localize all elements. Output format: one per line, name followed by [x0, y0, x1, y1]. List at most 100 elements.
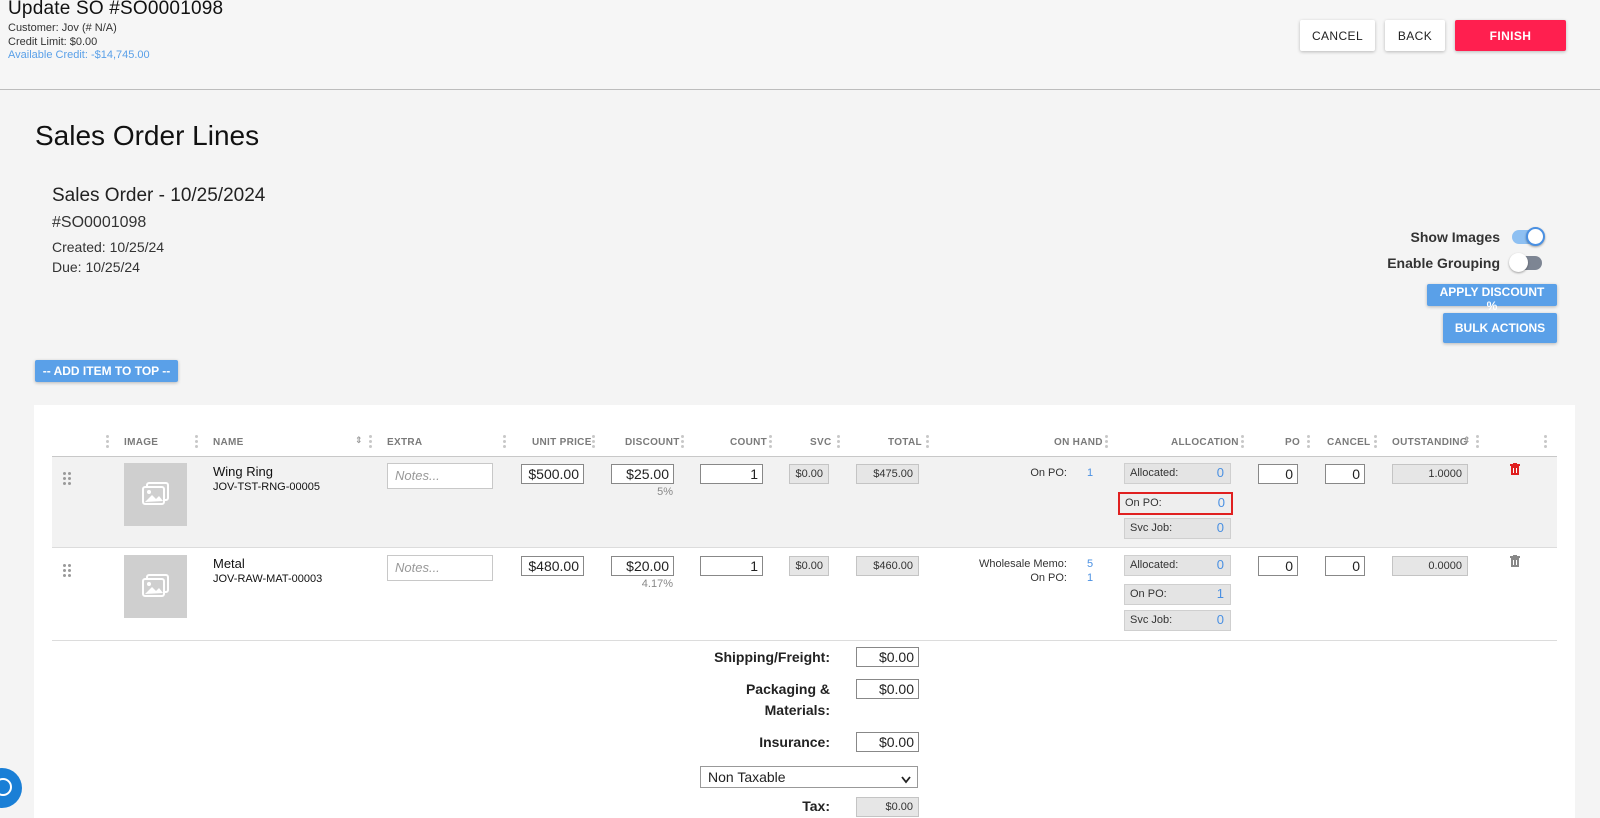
- unit-price-input[interactable]: $480.00: [521, 556, 584, 576]
- count-input[interactable]: 1: [700, 464, 763, 484]
- drag-handle-icon[interactable]: [63, 472, 72, 488]
- show-images-label: Show Images: [1410, 229, 1500, 245]
- show-images-toggle-row: Show Images: [1410, 227, 1545, 246]
- help-chat-icon[interactable]: [0, 768, 22, 808]
- column-menu-icon[interactable]: [369, 435, 372, 450]
- header-total: TOTAL: [888, 437, 922, 448]
- svc-value: $0.00: [789, 556, 829, 576]
- svc-job-label: Svc Job:: [1130, 522, 1173, 534]
- header-unit-price: UNIT PRICE: [532, 437, 592, 448]
- credit-limit: Credit Limit: $0.00: [8, 36, 98, 48]
- column-menu-icon[interactable]: [195, 435, 198, 450]
- column-menu-icon[interactable]: [1476, 435, 1479, 450]
- item-sku: JOV-RAW-MAT-00003: [213, 573, 323, 585]
- add-item-to-top-button[interactable]: -- ADD ITEM TO TOP --: [35, 360, 178, 382]
- on-hand-label: Wholesale Memo:: [978, 558, 1067, 570]
- header-allocation: ALLOCATION: [1171, 437, 1239, 448]
- cancel-qty-input[interactable]: 0: [1325, 464, 1365, 484]
- po-input[interactable]: 0: [1258, 464, 1298, 484]
- enable-grouping-toggle-row: Enable Grouping: [1387, 253, 1542, 272]
- show-images-toggle[interactable]: [1512, 227, 1545, 246]
- finish-button[interactable]: FINISH: [1455, 20, 1566, 51]
- allocated-value: 0: [1216, 465, 1224, 480]
- discount-percent: 4.17%: [641, 578, 673, 590]
- allocated-field[interactable]: Allocated: 0: [1124, 555, 1231, 576]
- item-name[interactable]: Wing Ring: [213, 464, 273, 479]
- column-menu-icon[interactable]: [1241, 435, 1244, 450]
- header-image: IMAGE: [124, 437, 159, 448]
- item-sku: JOV-TST-RNG-00005: [213, 481, 320, 493]
- discount-input[interactable]: $25.00: [611, 464, 674, 484]
- on-po-label: On PO:: [1125, 497, 1162, 509]
- insurance-label: Insurance:: [759, 734, 830, 750]
- trash-icon[interactable]: [1510, 462, 1520, 475]
- top-bar: Update SO #SO0001098 Customer: Jov (# N/…: [0, 0, 1600, 90]
- column-menu-icon[interactable]: [503, 435, 506, 450]
- apply-discount-button[interactable]: APPLY DISCOUNT %: [1427, 284, 1557, 313]
- allocated-field[interactable]: Allocated: 0: [1124, 463, 1231, 484]
- header-outstanding[interactable]: OUTSTANDING: [1392, 437, 1468, 448]
- column-menu-icon[interactable]: [592, 435, 595, 450]
- image-placeholder-icon[interactable]: [124, 555, 187, 618]
- svc-job-field[interactable]: Svc Job: 0: [1124, 518, 1231, 539]
- column-menu-icon[interactable]: [1105, 435, 1108, 450]
- outstanding-value: 0.0000: [1392, 556, 1468, 576]
- back-button[interactable]: BACK: [1385, 20, 1445, 51]
- header-svc: SVC: [810, 437, 832, 448]
- tax-select-value: Non Taxable: [708, 769, 786, 785]
- count-input[interactable]: 1: [700, 556, 763, 576]
- column-menu-icon[interactable]: [681, 435, 684, 450]
- bulk-actions-button[interactable]: BULK ACTIONS: [1443, 313, 1557, 343]
- tax-select[interactable]: Non Taxable: [700, 766, 918, 788]
- drag-handle-icon[interactable]: [63, 564, 72, 580]
- column-menu-icon[interactable]: [837, 435, 840, 450]
- item-name[interactable]: Metal: [213, 556, 245, 571]
- column-menu-icon[interactable]: [1374, 435, 1377, 450]
- total-value: $460.00: [856, 556, 919, 576]
- svc-job-value: 0: [1216, 520, 1224, 535]
- trash-icon[interactable]: [1510, 554, 1520, 567]
- image-placeholder-icon[interactable]: [124, 463, 187, 526]
- sort-icon[interactable]: ⇕: [355, 435, 363, 446]
- column-menu-icon[interactable]: [926, 435, 929, 450]
- header-po: PO: [1285, 437, 1301, 448]
- cancel-qty-input[interactable]: 0: [1325, 556, 1365, 576]
- on-po-field[interactable]: On PO: 0: [1118, 492, 1233, 515]
- on-hand-value[interactable]: 1: [1087, 467, 1093, 479]
- sort-icon[interactable]: ⇕: [1463, 435, 1471, 446]
- discount-percent: 5%: [657, 486, 673, 498]
- notes-input[interactable]: Notes...: [387, 463, 493, 489]
- shipping-input[interactable]: $0.00: [856, 647, 919, 667]
- notes-input[interactable]: Notes...: [387, 555, 493, 581]
- enable-grouping-toggle[interactable]: [1509, 253, 1542, 272]
- tax-label: Tax:: [802, 798, 830, 814]
- cancel-button[interactable]: CANCEL: [1300, 20, 1375, 51]
- column-menu-icon[interactable]: [106, 435, 109, 450]
- column-menu-icon[interactable]: [1544, 435, 1547, 450]
- on-po-value: 1: [1216, 586, 1224, 601]
- section-title: Sales Order Lines: [35, 120, 260, 151]
- allocated-label: Allocated:: [1130, 559, 1179, 571]
- header-count: COUNT: [730, 437, 768, 448]
- unit-price-input[interactable]: $500.00: [521, 464, 584, 484]
- header-name[interactable]: NAME: [213, 437, 244, 448]
- table-divider: [52, 640, 1557, 641]
- column-menu-icon[interactable]: [769, 435, 772, 450]
- column-menu-icon[interactable]: [1307, 435, 1310, 450]
- po-input[interactable]: 0: [1258, 556, 1298, 576]
- header-cancel: CANCEL: [1327, 437, 1371, 448]
- packaging-label: Packaging &: [745, 681, 830, 697]
- svc-job-field[interactable]: Svc Job: 0: [1124, 610, 1231, 631]
- on-hand-value[interactable]: 5: [1087, 558, 1093, 570]
- discount-input[interactable]: $20.00: [611, 556, 674, 576]
- on-hand-value[interactable]: 1: [1087, 572, 1093, 584]
- insurance-input[interactable]: $0.00: [856, 732, 919, 752]
- packaging-input[interactable]: $0.00: [856, 679, 919, 699]
- order-number: #SO0001098: [52, 214, 147, 231]
- order-created: Created: 10/25/24: [52, 239, 165, 255]
- svc-job-value: 0: [1216, 612, 1224, 627]
- on-po-field[interactable]: On PO: 1: [1124, 584, 1231, 605]
- on-hand-label: On PO:: [1030, 467, 1067, 479]
- enable-grouping-label: Enable Grouping: [1387, 255, 1500, 271]
- customer-info: Customer: Jov (# N/A): [8, 22, 117, 34]
